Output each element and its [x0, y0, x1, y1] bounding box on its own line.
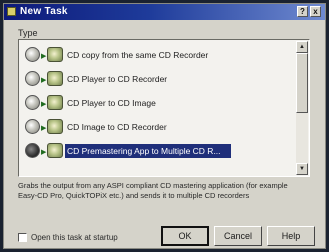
scroll-thumb[interactable]	[296, 53, 308, 113]
scroll-up-button[interactable]: ▲	[296, 41, 308, 53]
multiple-cd-recorder-icon	[47, 143, 63, 158]
cd-image-icon	[25, 119, 40, 134]
arrow-right-icon: ▶	[41, 77, 47, 84]
list-item-label: CD Premastering App to Multiple CD R...	[67, 146, 221, 156]
list-item[interactable]: ▶ CD copy from the same CD Recorder	[21, 44, 293, 66]
help-button[interactable]: Help	[267, 226, 315, 246]
cd-player-icon	[25, 71, 40, 86]
list-item-label: CD Player to CD Image	[67, 98, 156, 108]
ok-button[interactable]: OK	[161, 226, 209, 246]
cd-image-icon	[47, 95, 63, 110]
title-bar[interactable]: New Task ? x	[4, 4, 325, 20]
list-scrollbar[interactable]: ▲ ▼	[296, 41, 308, 175]
arrow-right-icon: ▶	[41, 101, 47, 108]
list-item-label: CD copy from the same CD Recorder	[67, 50, 209, 60]
scroll-down-button[interactable]: ▼	[296, 163, 308, 175]
open-at-startup-checkbox[interactable]	[18, 233, 27, 242]
cd-disc-icon	[25, 47, 40, 62]
cd-player-icon	[25, 95, 40, 110]
task-description: Grabs the output from any ASPI compliant…	[18, 181, 288, 200]
cd-recorder-icon	[47, 47, 63, 62]
arrow-right-icon: ▶	[41, 125, 47, 132]
cd-recorder-icon	[47, 71, 63, 86]
premastering-app-icon	[25, 143, 40, 158]
list-item[interactable]: ▶ CD Player to CD Recorder	[21, 68, 293, 90]
app-icon	[7, 7, 16, 16]
open-at-startup-label[interactable]: Open this task at startup	[31, 233, 118, 242]
list-item[interactable]: ▶ CD Player to CD Image	[21, 92, 293, 114]
help-title-button[interactable]: ?	[297, 6, 308, 17]
list-item[interactable]: ▶ CD Image to CD Recorder	[21, 116, 293, 138]
arrow-right-icon: ▶	[41, 53, 47, 60]
window-title: New Task	[20, 6, 68, 17]
list-item-selected[interactable]: ▶ CD Premastering App to Multiple CD R..…	[21, 140, 293, 162]
close-button[interactable]: x	[310, 6, 321, 17]
list-item-label: CD Image to CD Recorder	[67, 122, 167, 132]
list-item-label: CD Player to CD Recorder	[67, 74, 168, 84]
type-label: Type	[18, 28, 38, 38]
cd-recorder-icon	[47, 119, 63, 134]
cancel-button[interactable]: Cancel	[214, 226, 262, 246]
arrow-right-icon: ▶	[41, 149, 47, 156]
task-type-list[interactable]: ▶ CD copy from the same CD Recorder ▶ CD…	[18, 39, 310, 177]
new-task-dialog: New Task ? x Type ▶ CD copy from the sam…	[3, 3, 326, 249]
